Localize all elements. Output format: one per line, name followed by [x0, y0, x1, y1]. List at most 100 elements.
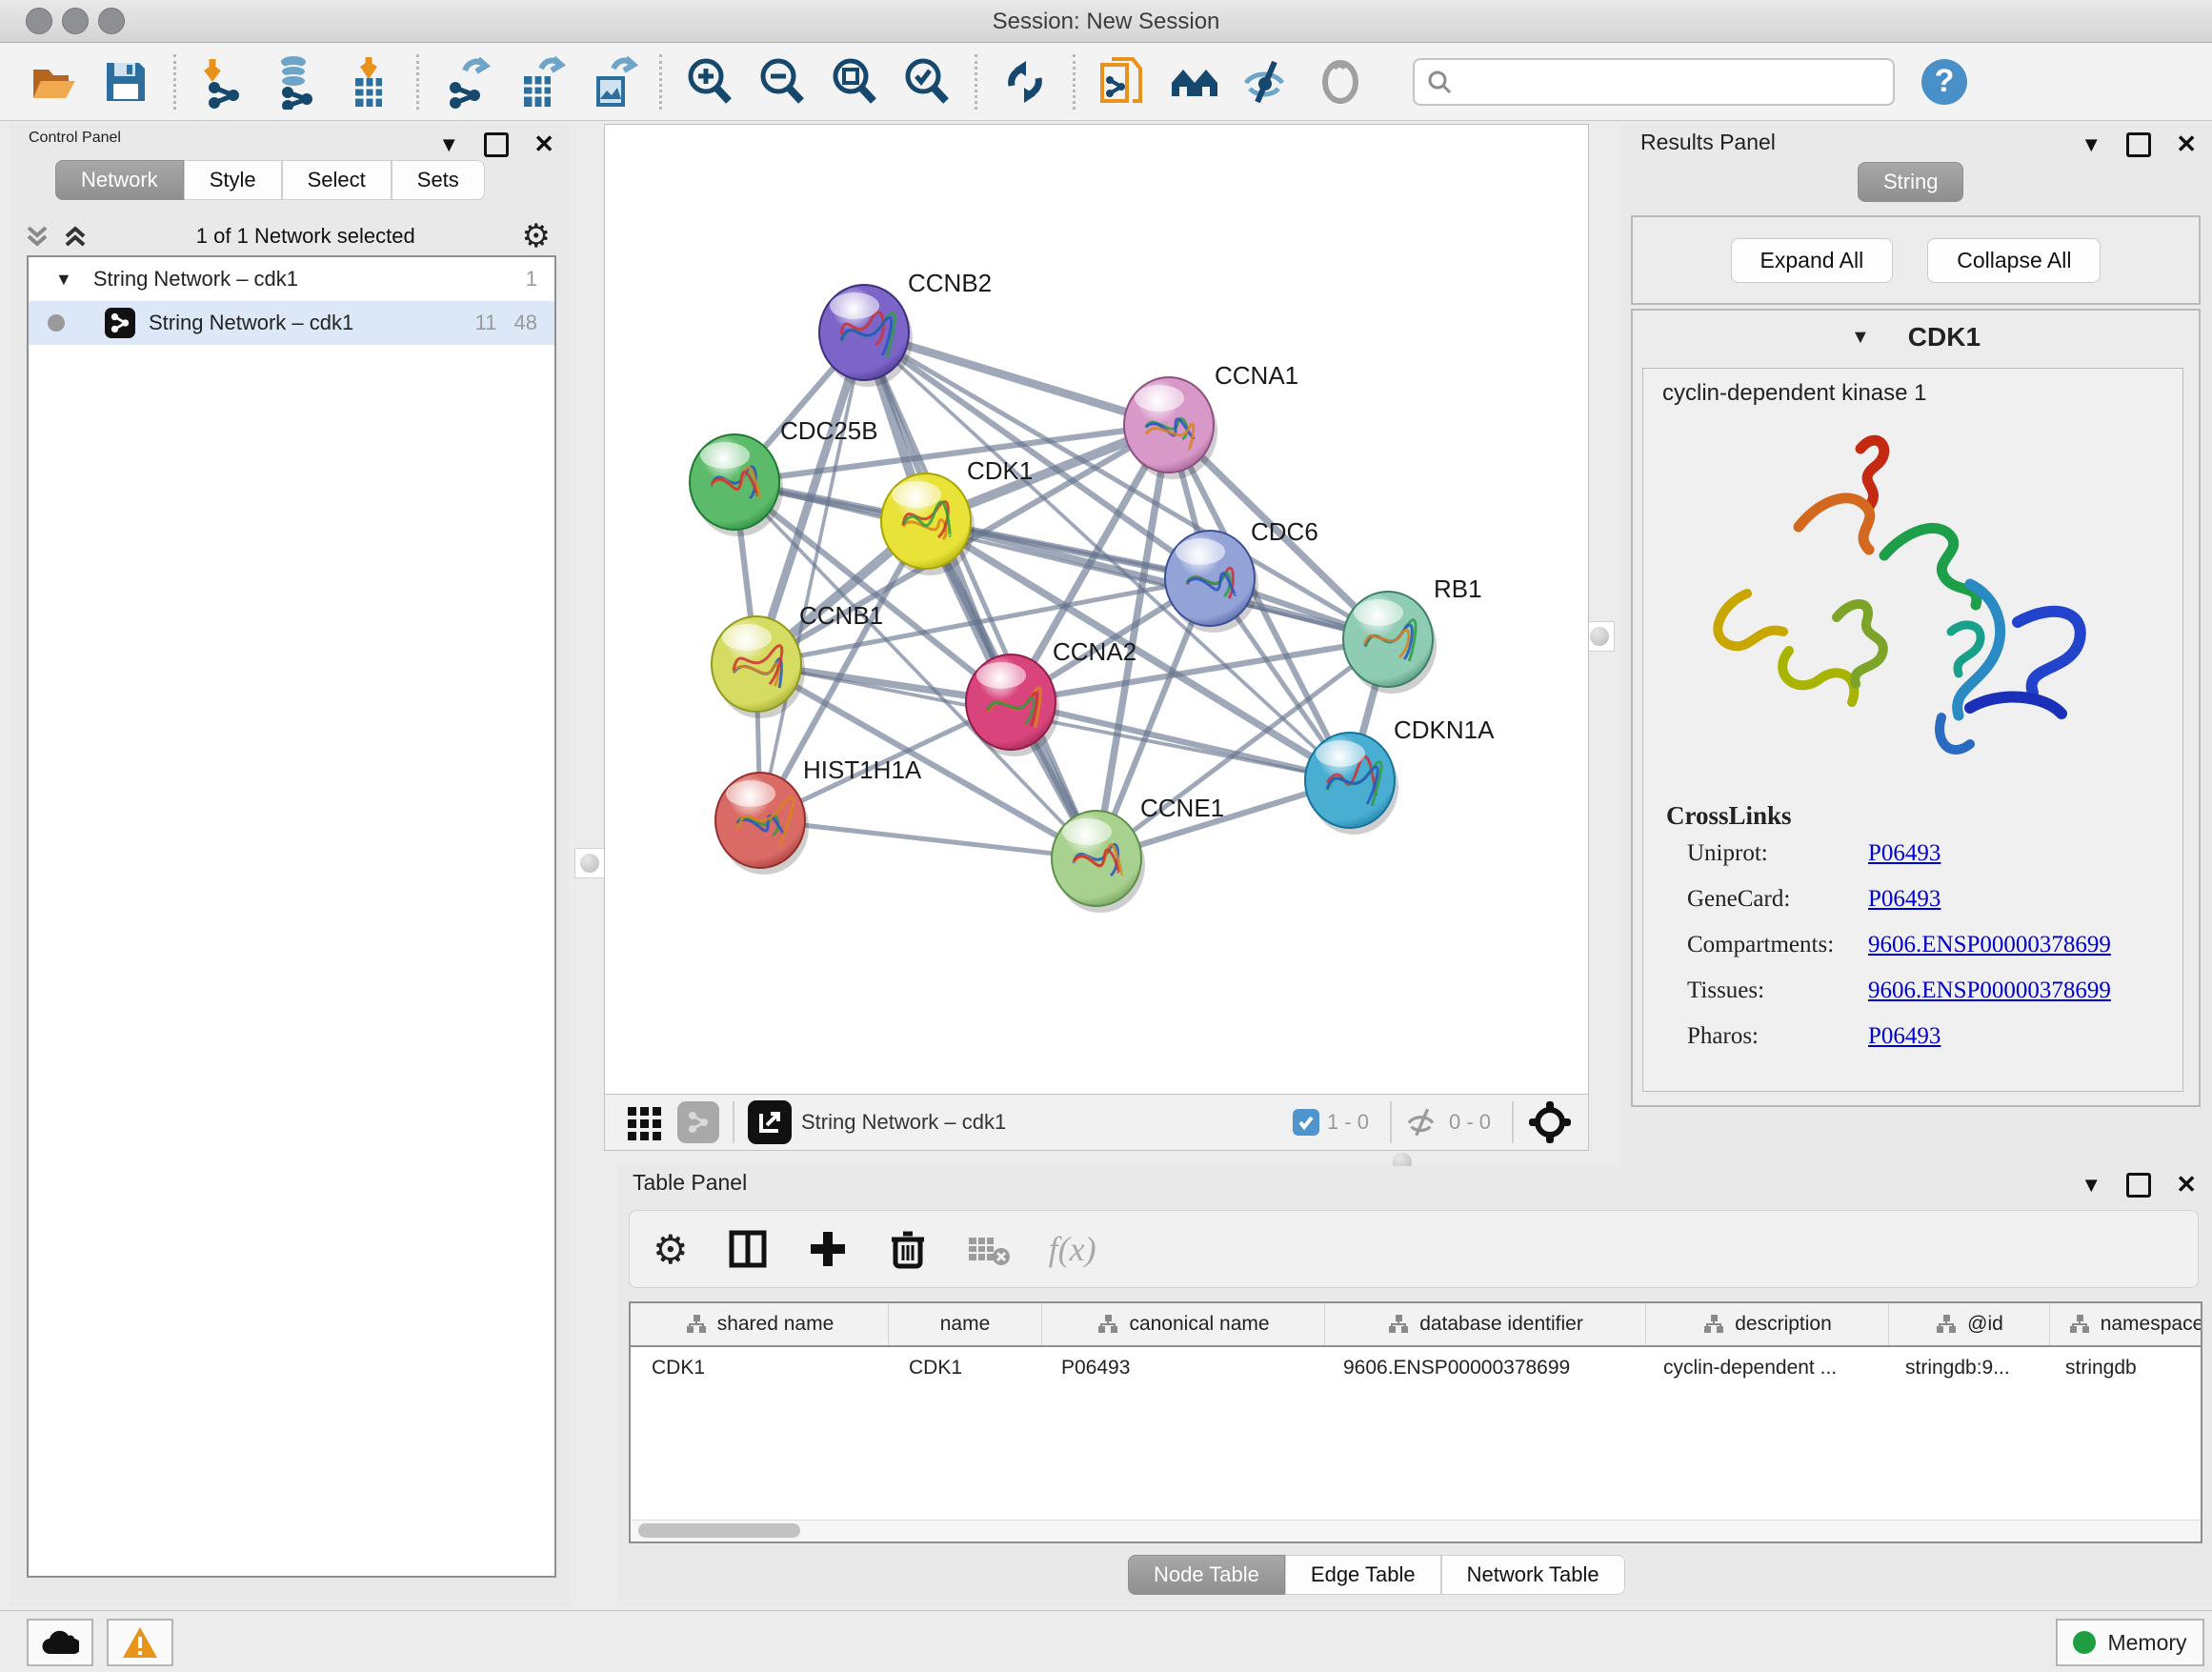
scrollbar-thumb[interactable] [638, 1523, 800, 1538]
memory-button[interactable]: Memory [2056, 1619, 2204, 1666]
table-cell[interactable]: 9606.ENSP00000378699 [1322, 1347, 1642, 1389]
column-header-description[interactable]: description [1646, 1303, 1889, 1345]
expand-all-button[interactable]: Expand All [1731, 238, 1894, 283]
node-label: CDC6 [1251, 517, 1318, 546]
table-options-gear-icon[interactable]: ⚙ [653, 1226, 689, 1273]
table-cell[interactable]: P06493 [1040, 1347, 1322, 1389]
gene-section-header[interactable]: ▼ CDK1 [1633, 311, 2199, 364]
delete-columns-trash-icon[interactable] [887, 1228, 929, 1270]
network-graph[interactable]: CCNB2CCNA1CDC25BCDK1CDC6RB1CCNB1CCNA2CDK… [605, 125, 1588, 1095]
string-view-button[interactable] [677, 1101, 719, 1143]
network-canvas[interactable]: CCNB2CCNA1CDC25BCDK1CDC6RB1CCNB1CCNA2CDK… [604, 124, 1589, 1096]
tab-style[interactable]: Style [184, 160, 282, 200]
collapse-all-button[interactable]: Collapse All [1927, 238, 2101, 283]
clone-network-button[interactable] [1095, 53, 1152, 111]
node-gloss-highlight [722, 624, 772, 651]
export-table-button[interactable] [511, 53, 568, 111]
detach-view-button[interactable] [748, 1100, 792, 1144]
export-network-button[interactable] [438, 53, 495, 111]
node-ccnb1[interactable]: CCNB1 [712, 601, 883, 718]
zoom-fit-button[interactable] [826, 53, 883, 111]
table-cell[interactable]: stringdb:9... [1884, 1347, 2044, 1389]
tab-select[interactable]: Select [282, 160, 392, 200]
panel-menu-caret-icon[interactable]: ▼ [438, 132, 459, 157]
node-hist1h1a[interactable]: HIST1H1A [715, 755, 922, 875]
panel-menu-caret-icon[interactable]: ▼ [2081, 132, 2101, 157]
tab-network[interactable]: Network [55, 160, 184, 200]
crosslink-row: Tissues:9606.ENSP00000378699 [1666, 977, 2182, 1004]
create-column-plus-icon[interactable] [807, 1228, 849, 1270]
section-caret-icon[interactable]: ▼ [1851, 327, 1870, 349]
node-gloss-highlight [1354, 599, 1403, 626]
node-rb1[interactable]: RB1 [1343, 574, 1482, 694]
table-row[interactable]: CDK1CDK1P064939606.ENSP00000378699cyclin… [631, 1347, 2201, 1389]
tab-sets[interactable]: Sets [392, 160, 485, 200]
panel-close-icon[interactable]: ✕ [533, 130, 554, 159]
panel-close-icon[interactable]: ✕ [2176, 130, 2197, 159]
crosslink-link[interactable]: 9606.ENSP00000378699 [1868, 977, 2111, 1003]
network-options-gear-icon[interactable]: ⚙ [522, 217, 551, 255]
table-cell[interactable]: CDK1 [631, 1347, 888, 1389]
column-header-canonicalname[interactable]: canonical name [1042, 1303, 1325, 1345]
table-cell[interactable]: stringdb [2044, 1347, 2202, 1389]
edge[interactable] [760, 820, 1096, 858]
network-collection-row[interactable]: ▼ String Network – cdk1 1 [29, 257, 554, 301]
save-session-button[interactable] [97, 53, 154, 111]
hide-selected-button[interactable] [1239, 53, 1297, 111]
selected-checkbox-icon[interactable] [1293, 1109, 1319, 1136]
export-image-button[interactable] [583, 53, 640, 111]
panel-float-icon[interactable] [2126, 1173, 2151, 1198]
column-header-databaseidentifier[interactable]: database identifier [1325, 1303, 1646, 1345]
import-table-button[interactable] [340, 53, 397, 111]
panel-float-icon[interactable] [2126, 132, 2151, 157]
collection-caret-icon[interactable]: ▼ [55, 270, 72, 290]
node-table[interactable]: shared namenamecanonical namedatabase id… [629, 1301, 2202, 1543]
expand-all-icon[interactable] [61, 222, 90, 251]
apply-layout-button[interactable] [996, 53, 1054, 111]
column-header-name[interactable]: name [889, 1303, 1042, 1345]
table-hscrollbar[interactable] [631, 1520, 2201, 1541]
search-input[interactable] [1453, 69, 1857, 95]
help-button[interactable]: ? [1921, 59, 1967, 105]
open-session-button[interactable] [25, 53, 82, 111]
table-cell[interactable]: CDK1 [888, 1347, 1040, 1389]
share-icon [687, 1111, 710, 1134]
zoom-selected-button[interactable] [898, 53, 955, 111]
import-network-from-database-button[interactable] [268, 53, 325, 111]
search-field[interactable] [1413, 58, 1895, 106]
crosslink-label: GeneCard: [1687, 886, 1868, 913]
tab-string[interactable]: String [1858, 162, 1963, 202]
first-neighbors-button[interactable] [1167, 53, 1224, 111]
node-cdkn1a[interactable]: CDKN1A [1305, 715, 1495, 835]
column-header-namespace[interactable]: namespace [2050, 1303, 2202, 1345]
edge[interactable] [1011, 702, 1350, 780]
crosslink-link[interactable]: P06493 [1868, 840, 1941, 866]
birdseye-toggle-button[interactable] [624, 1101, 666, 1143]
import-table-icon [342, 55, 395, 109]
show-columns-icon[interactable] [727, 1228, 769, 1270]
panel-close-icon[interactable]: ✕ [2176, 1170, 2197, 1199]
zoom-out-button[interactable] [754, 53, 811, 111]
tab-network-table[interactable]: Network Table [1441, 1555, 1625, 1595]
function-builder-button[interactable]: f(x) [1049, 1229, 1096, 1269]
tab-node-table[interactable]: Node Table [1128, 1555, 1285, 1595]
crosshair-icon[interactable] [1527, 1099, 1573, 1145]
cloud-status-button[interactable] [27, 1619, 93, 1666]
left-splitter-handle[interactable] [574, 848, 605, 878]
warnings-button[interactable] [107, 1619, 173, 1666]
delete-table-icon[interactable] [967, 1230, 1011, 1268]
collapse-all-icon[interactable] [23, 222, 51, 251]
panel-float-icon[interactable] [484, 132, 509, 157]
column-header-sharedname[interactable]: shared name [631, 1303, 889, 1345]
zoom-in-button[interactable] [681, 53, 738, 111]
tab-edge-table[interactable]: Edge Table [1285, 1555, 1441, 1595]
network-row[interactable]: String Network – cdk1 11 48 [29, 301, 554, 345]
crosslink-link[interactable]: 9606.ENSP00000378699 [1868, 932, 2111, 957]
show-all-button[interactable] [1312, 53, 1369, 111]
crosslink-link[interactable]: P06493 [1868, 886, 1941, 912]
crosslink-link[interactable]: P06493 [1868, 1023, 1941, 1049]
import-network-button[interactable] [195, 53, 252, 111]
column-header-id[interactable]: @id [1889, 1303, 2050, 1345]
table-cell[interactable]: cyclin-dependent ... [1642, 1347, 1884, 1389]
panel-menu-caret-icon[interactable]: ▼ [2081, 1173, 2101, 1198]
